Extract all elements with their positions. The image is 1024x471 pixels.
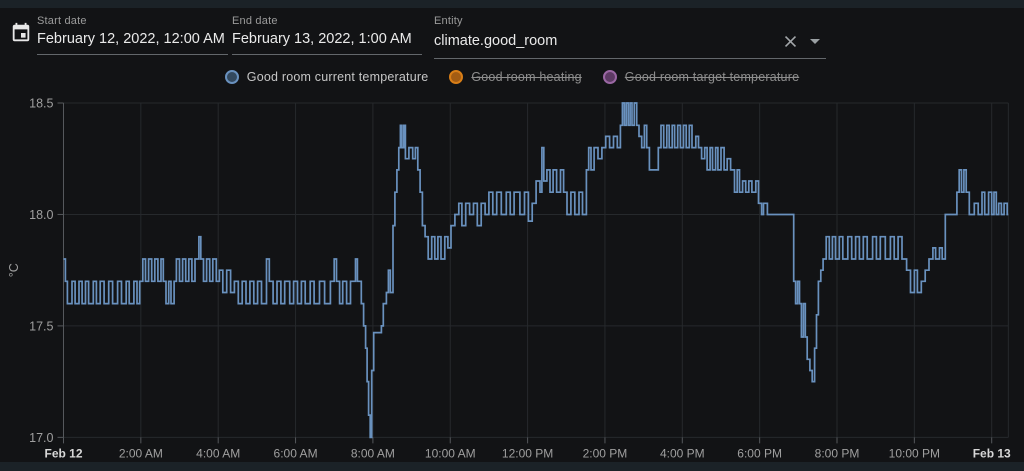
bottom-edge-strip <box>0 462 1024 471</box>
x-tick-label: 6:00 AM <box>274 446 318 460</box>
y-axis-title: °C <box>7 263 21 277</box>
end-date-input[interactable]: February 13, 2022, 1:00 AM <box>232 31 422 55</box>
temperature-chart[interactable]: 18.5 18.0 17.5 17.0 Feb 12 2:00 AM 4:00 AM 6:00… <box>0 95 1024 463</box>
start-date-field: Start date February 12, 2022, 12:00 AM <box>37 8 228 55</box>
legend-label: Good room current temperature <box>246 70 429 84</box>
entity-label: Entity <box>434 15 463 27</box>
entity-input[interactable]: climate.good_room <box>434 31 826 59</box>
end-date-label: End date <box>232 15 278 27</box>
x-tick-label: 2:00 PM <box>583 446 628 460</box>
legend-label: Good room heating <box>471 70 582 84</box>
legend-label: Good room target temperature <box>624 70 800 84</box>
header-toolbar: Start date February 12, 2022, 12:00 AM E… <box>0 8 826 59</box>
start-date-input[interactable]: February 12, 2022, 12:00 AM <box>37 31 228 55</box>
clear-entity-button[interactable] <box>778 31 802 51</box>
legend-item-current-temperature[interactable]: Good room current temperature <box>224 70 429 84</box>
y-tick-label: 17.5 <box>29 319 53 333</box>
entity-field: Entity climate.good_room <box>434 8 826 59</box>
temperature-series-line <box>63 102 1009 439</box>
close-icon <box>781 32 800 51</box>
y-tick-label: 17.0 <box>29 431 53 445</box>
y-tick-label: 18.5 <box>29 97 53 111</box>
chevron-down-icon <box>810 38 820 44</box>
x-tick-label: Feb 13 <box>973 446 1011 460</box>
legend-marker-blue <box>224 70 239 84</box>
entity-dropdown-button[interactable] <box>802 31 826 51</box>
calendar-button[interactable] <box>9 21 33 45</box>
x-tick-label: 12:00 PM <box>502 446 553 460</box>
legend-item-target-temperature[interactable]: Good room target temperature <box>602 70 800 84</box>
chart-svg[interactable]: 18.5 18.0 17.5 17.0Feb 12 2:00 AM 4:00 AM 6:00… <box>0 95 1024 463</box>
x-tick-label: 8:00 AM <box>351 446 395 460</box>
x-tick-label: Feb 12 <box>44 446 82 460</box>
history-panel: Start date February 12, 2022, 12:00 AM E… <box>0 0 1024 471</box>
chart-legend: Good room current temperature Good room … <box>0 70 1024 84</box>
start-date-label: Start date <box>37 15 87 27</box>
x-tick-label: 10:00 AM <box>425 446 476 460</box>
x-tick-label: 4:00 PM <box>660 446 705 460</box>
x-tick-label: 2:00 AM <box>119 446 163 460</box>
x-tick-label: 10:00 PM <box>889 446 940 460</box>
legend-marker-orange <box>449 70 464 84</box>
top-edge-strip <box>0 0 1024 8</box>
y-tick-label: 18.0 <box>29 208 53 222</box>
calendar-icon <box>10 22 32 44</box>
legend-marker-purple <box>602 70 617 84</box>
legend-item-heating[interactable]: Good room heating <box>449 70 582 84</box>
x-tick-label: 4:00 AM <box>196 446 240 460</box>
x-tick-label: 8:00 PM <box>815 446 860 460</box>
end-date-field: End date February 13, 2022, 1:00 AM <box>232 8 422 55</box>
x-tick-label: 6:00 PM <box>737 446 782 460</box>
